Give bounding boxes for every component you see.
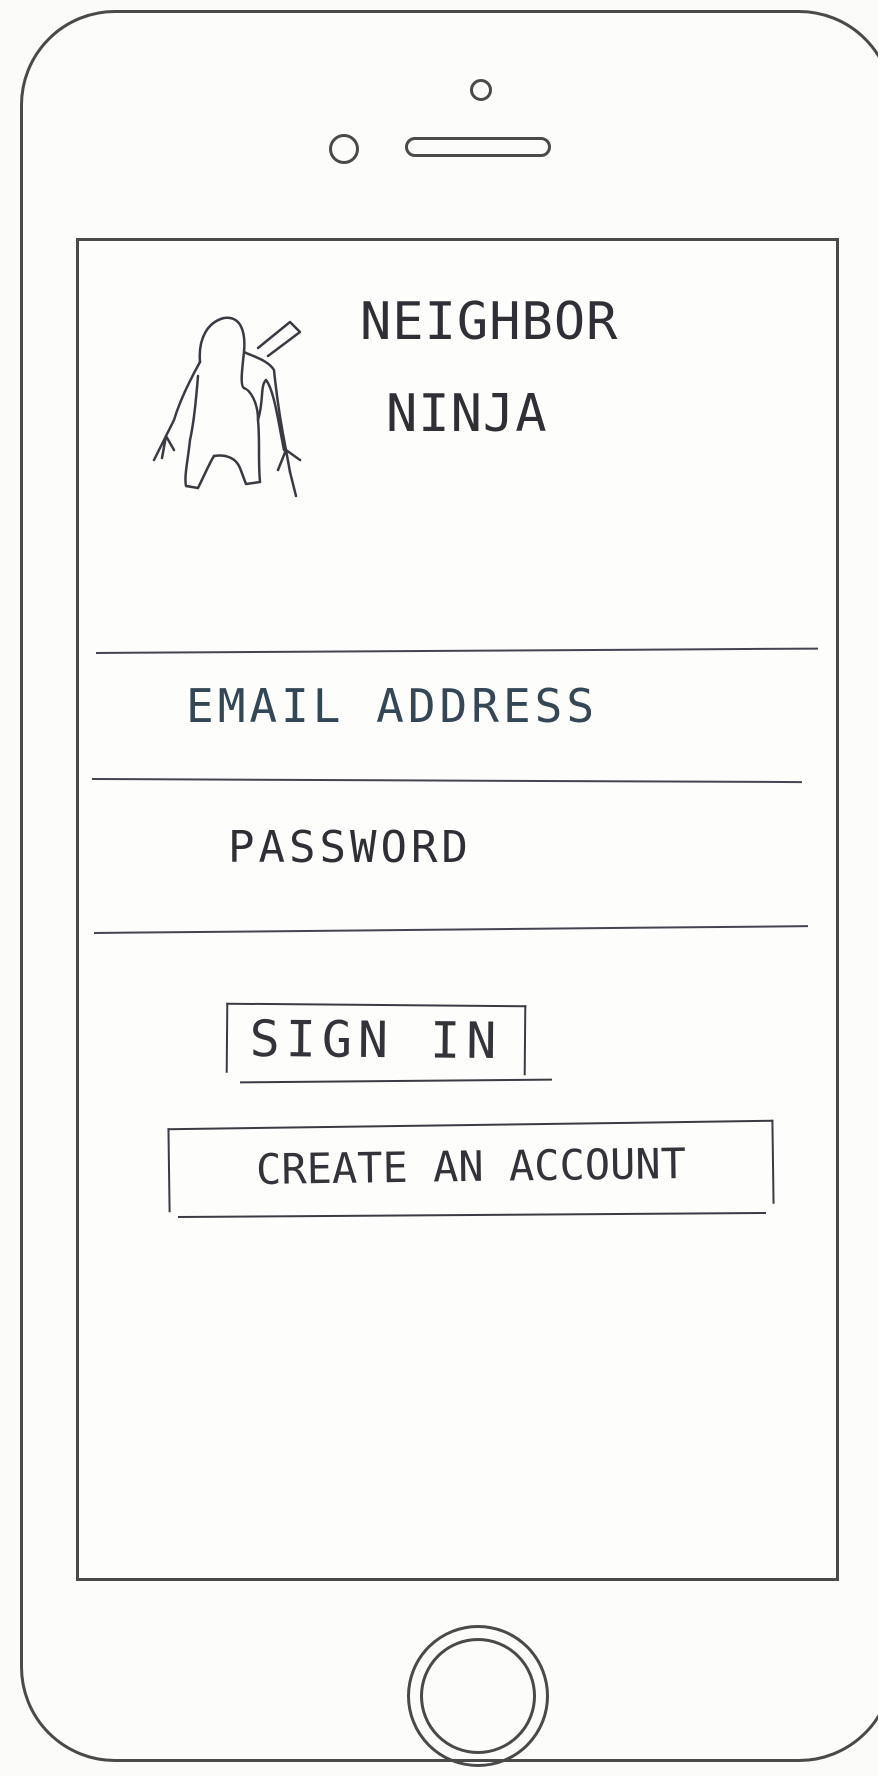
password-field[interactable] [228,812,658,882]
earpiece-speaker [405,137,551,157]
sign-in-button[interactable]: SIGN IN [225,1002,527,1076]
proximity-sensor [329,134,359,164]
app-title-line-1: NEIGHBOR [360,292,619,352]
home-button-ring [420,1638,536,1754]
front-camera [470,79,492,101]
ninja-icon [152,316,302,498]
app-title: NEIGHBOR NINJA [360,276,680,460]
app-title-line-2: NINJA [386,384,548,444]
home-button[interactable] [407,1625,549,1767]
email-field[interactable] [186,672,716,740]
create-account-button[interactable]: CREATE AN ACCOUNT [167,1119,775,1213]
